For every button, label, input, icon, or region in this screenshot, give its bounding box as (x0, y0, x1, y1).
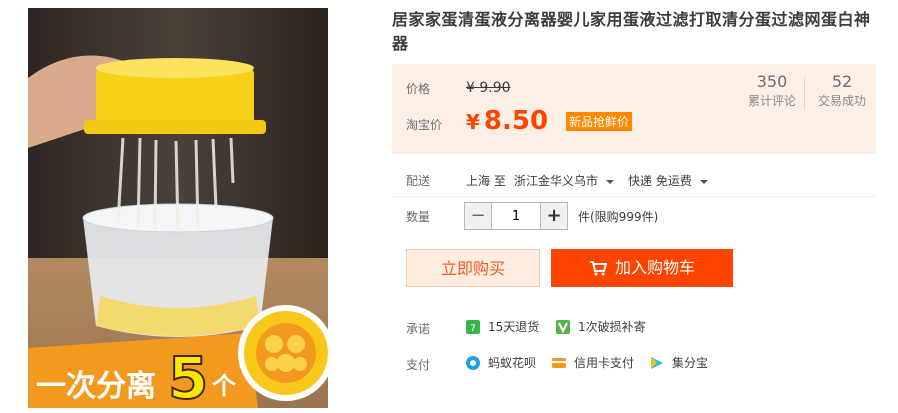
promise-row: 承诺 7 15天退货 1次破损补寄 (392, 318, 876, 338)
quantity-limit: 件(限购999件) (578, 210, 659, 224)
delivery-row: 配送 上海 至 浙江金华义乌市 快递 免运费 (392, 172, 876, 192)
deals-stat: 52 交易成功 (810, 72, 874, 114)
add-to-cart-label: 加入购物车 (614, 258, 695, 277)
sale-price-value: 8.50 (483, 106, 549, 136)
svg-text:7: 7 (470, 324, 476, 334)
quantity-stepper: − + (464, 202, 568, 230)
cart-icon (589, 261, 608, 276)
sale-badge: 新品抢鲜价 (566, 112, 633, 131)
promise-returns[interactable]: 7 15天退货 (466, 318, 539, 335)
shipping-text: 快递 免运费 (628, 174, 692, 188)
credit-card-icon (552, 357, 566, 368)
payment-jifenbao[interactable]: 集分宝 (650, 354, 708, 371)
huabei-icon (466, 355, 480, 370)
caption-unit: 个 (212, 372, 237, 400)
original-price-value: ¥ 9.90 (466, 80, 511, 96)
caption-text: 一次分离 (36, 369, 156, 404)
quantity-input[interactable] (491, 203, 541, 229)
buy-now-button[interactable]: 立即购买 (406, 249, 540, 287)
jifenbao-text: 集分宝 (672, 356, 709, 370)
decrease-button[interactable]: − (465, 203, 491, 229)
deals-count: 52 (831, 72, 853, 91)
promise-damage[interactable]: 1次破损补寄 (556, 318, 646, 335)
reviews-stat[interactable]: 350 累计评论 (742, 72, 802, 114)
sale-price-label: 淘宝价 (406, 118, 443, 132)
jifenbao-icon (651, 356, 663, 369)
currency-symbol: ¥ (466, 110, 480, 134)
damage-resend-icon (556, 319, 570, 334)
15-day-return-icon: 7 (466, 319, 480, 334)
credit-card-text: 信用卡支付 (574, 356, 635, 370)
chevron-down-icon (699, 179, 708, 184)
payment-label: 支付 (406, 358, 431, 372)
shipping-method[interactable]: 快递 免运费 (628, 172, 708, 189)
original-price-row: 价格 ¥ 9.90 (406, 80, 511, 97)
deals-label: 交易成功 (817, 94, 866, 108)
egg-separator-photo: 一次分离 5 个 (28, 8, 328, 408)
product-image[interactable]: 一次分离 5 个 (28, 8, 328, 408)
caption-number: 5 (168, 344, 208, 408)
chevron-down-icon (606, 179, 615, 184)
huabei-text: 蚂蚁花呗 (488, 356, 537, 370)
price-panel: 价格 ¥ 9.90 淘宝价 ¥8.50 新品抢鲜价 350 累计评论 52 交易… (392, 64, 876, 154)
original-price-label: 价格 (406, 82, 431, 96)
promise-label: 承诺 (406, 322, 431, 336)
section-divider (392, 196, 876, 197)
reviews-label: 累计评论 (747, 94, 796, 108)
payment-credit-card[interactable]: 信用卡支付 (552, 354, 634, 371)
damage-text: 1次破损补寄 (578, 320, 646, 334)
quantity-label: 数量 (406, 210, 431, 224)
delivery-destination[interactable]: 浙江金华义乌市 (514, 172, 615, 189)
quantity-row: 数量 − + 件(限购999件) (392, 202, 876, 232)
payment-huabei[interactable]: 蚂蚁花呗 (466, 354, 536, 371)
stats-divider (804, 76, 805, 110)
increase-button[interactable]: + (541, 203, 567, 229)
delivery-from: 上海 至 (466, 174, 506, 188)
product-title: 居家家蛋清蛋液分离器婴儿家用蛋液过滤打取清分蛋过滤网蛋白神器 (392, 10, 871, 53)
destination-text: 浙江金华义乌市 (514, 174, 599, 188)
product-info: 居家家蛋清蛋液分离器婴儿家用蛋液过滤打取清分蛋过滤网蛋白神器 价格 ¥ 9.90… (392, 8, 882, 372)
reviews-count: 350 (756, 72, 788, 91)
add-to-cart-button[interactable]: 加入购物车 (551, 249, 733, 287)
returns-text: 15天退货 (488, 320, 540, 334)
sale-price: ¥8.50 (466, 106, 548, 136)
sale-price-row: 淘宝价 ¥8.50 新品抢鲜价 (406, 106, 633, 136)
payment-row: 支付 蚂蚁花呗 信用卡支付 集分宝 (392, 354, 876, 374)
delivery-label: 配送 (406, 174, 431, 188)
